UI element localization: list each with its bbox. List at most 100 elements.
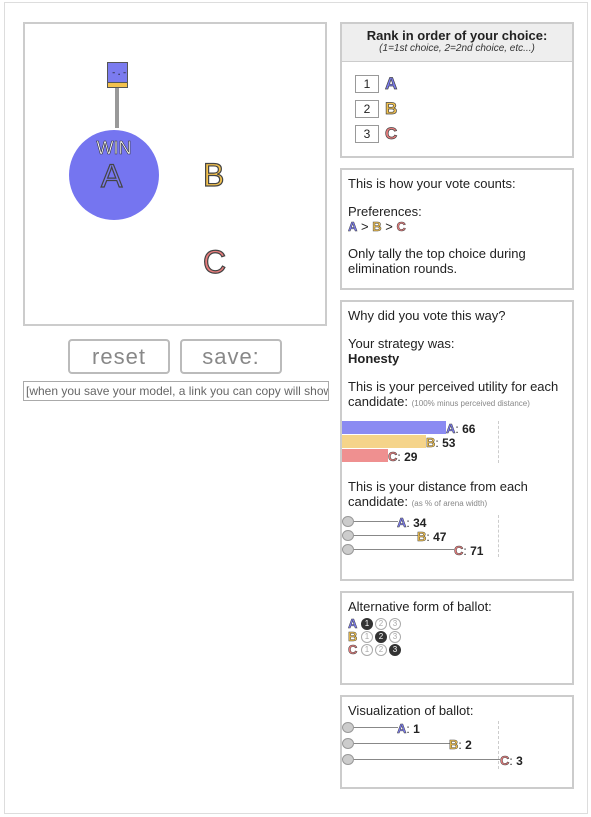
alt-mark-b-3[interactable]: 3 [389,630,401,643]
rank-title: Rank in order of your choice: [366,28,548,43]
tally-note: Only tally the top choice during elimina… [348,246,526,276]
strategy-value: Honesty [348,351,400,366]
vis-value-c: 3 [516,754,523,768]
save-button[interactable]: save: [180,339,282,374]
win-label: WIN [96,138,132,159]
pref-sep-1: > [361,219,369,234]
vis-label-c: C: 3 [500,753,523,769]
alt-mark-a-3[interactable]: 3 [389,617,401,630]
alt-title: Alternative form of ballot: [348,599,492,614]
alt-mark-b-2[interactable]: 2 [375,630,387,643]
alt-row-a: A 1 2 3 [348,616,566,631]
voter-dot-icon [342,722,354,733]
voter-dot-icon [342,530,354,541]
rank-letter-a: A [385,74,398,94]
distance-line-a [348,521,398,522]
strategy-label: Your strategy was: [348,336,455,351]
voter-dot-icon [342,516,354,527]
utility-label-b: B: 53 [426,435,456,451]
utility-bar-b [342,435,426,448]
distance-letter-a: A [397,515,407,531]
distance-line-c [348,549,454,550]
count-intro: This is how your vote counts: [348,176,516,191]
alt-mark-c-1[interactable]: 1 [361,643,373,656]
utility-note: (100% minus perceived distance) [411,399,530,408]
distance-letter-b: B [417,529,427,545]
alt-mark-c-3[interactable]: 3 [389,643,401,656]
rank-letter-b: B [385,99,398,119]
vis-title: Visualization of ballot: [348,703,474,718]
vis-line-a [348,727,398,728]
distance-value-c: 71 [470,544,484,558]
voter-dot-icon [342,754,354,765]
utility-label-a: A: 66 [446,421,476,437]
distance-row-c: C: 71 [342,543,566,559]
pref-sep-2: > [385,219,393,234]
voter-dot-icon [342,544,354,555]
candidate-b[interactable]: B [202,156,225,194]
utility-heading: This is your perceived utility for each … [348,379,566,411]
alt-row-b: B 1 2 3 [348,629,566,644]
utility-row-b: B: 53 [342,435,566,451]
vis-letter-b: B [449,737,459,753]
vis-value-a: 1 [413,722,420,736]
vis-letter-c: C [500,753,510,769]
rank-row-a: 1 A [355,74,398,94]
why-question: Why did you vote this way? [348,308,506,323]
utility-letter-a: A [446,421,456,437]
distance-value-b: 47 [433,530,447,544]
alt-grid: A 1 2 3 B 1 2 3 C 1 2 3 [348,616,566,658]
rank-input-c[interactable]: 3 [355,125,379,143]
pref-b: B [372,219,382,235]
rank-header: Rank in order of your choice: (1=1st cho… [342,24,572,62]
strategy-panel: Why did you vote this way? Your strategy… [340,300,574,581]
vote-count-panel: This is how your vote counts: Preference… [340,168,574,290]
voter-face: -.- [111,68,128,78]
voter-tether [115,84,119,128]
vis-letter-a: A [397,721,407,737]
voter-stripe [108,82,127,87]
utility-letter-c: C [388,449,398,465]
voter-icon[interactable]: -.- [107,62,128,88]
rank-letter-c: C [385,124,398,144]
distance-value-a: 34 [413,516,427,530]
alternative-ballot-panel: Alternative form of ballot: A 1 2 3 B 1 … [340,591,574,685]
rank-input-b[interactable]: 2 [355,100,379,118]
alt-mark-a-1[interactable]: 1 [361,617,373,630]
reset-button[interactable]: reset [68,339,170,374]
utility-bar-a [342,421,446,434]
candidate-c[interactable]: C [202,243,226,281]
utility-bar-c [342,449,388,462]
save-link-field[interactable]: [when you save your model, a link you ca… [23,381,329,401]
distance-line-b [348,535,418,536]
utility-bars: A: 66 B: 53 C: 29 [342,421,566,465]
pref-a: A [348,219,358,235]
utility-value-b: 53 [442,436,456,450]
candidate-a[interactable]: A [100,157,123,195]
utility-row-c: C: 29 [342,449,566,465]
alt-mark-b-1[interactable]: 1 [361,630,373,643]
vis-line-c [348,759,500,760]
vis-label-b: B: 2 [449,737,472,753]
distance-row-b: B: 47 [342,529,566,545]
voting-arena[interactable]: -.- A B C WIN [23,22,327,326]
utility-letter-b: B [426,435,436,451]
vis-value-b: 2 [465,738,472,752]
alt-letter-c: C [348,642,358,658]
distance-note: (as % of arena width) [411,499,488,508]
utility-value-a: 66 [462,422,476,436]
rank-panel: Rank in order of your choice: (1=1st cho… [340,22,574,158]
distance-row-a: A: 34 [342,515,566,531]
utility-label-c: C: 29 [388,449,418,465]
alt-mark-a-2[interactable]: 2 [375,617,387,630]
vis-row-c: C: 3 [342,753,566,769]
distance-letter-c: C [454,543,464,559]
vis-lines: A: 1 B: 2 C: 3 [342,721,566,769]
distance-heading: This is your distance from each candidat… [348,479,566,511]
preferences-order: A > B > C [348,219,566,235]
alt-mark-c-2[interactable]: 2 [375,643,387,656]
pref-c: C [396,219,406,235]
ballot-visualization-panel: Visualization of ballot: A: 1 B: 2 C: 3 [340,695,574,789]
vis-row-a: A: 1 [342,721,566,737]
rank-input-a[interactable]: 1 [355,75,379,93]
